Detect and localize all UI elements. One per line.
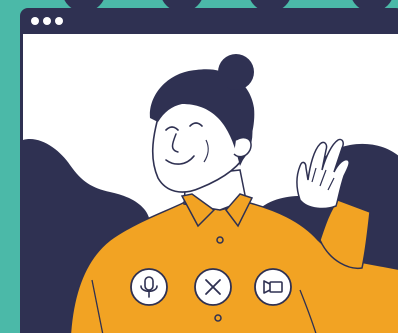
- window-dot-1: [31, 17, 39, 25]
- window-dot-3: [55, 17, 63, 25]
- end-call-button[interactable]: [194, 268, 232, 306]
- microphone-button[interactable]: [130, 268, 168, 306]
- camera-button[interactable]: [254, 268, 292, 306]
- window-dot-2: [43, 17, 51, 25]
- hair-bun: [218, 54, 254, 90]
- video-call-illustration: [0, 0, 398, 333]
- titlebar-dots: [31, 17, 63, 25]
